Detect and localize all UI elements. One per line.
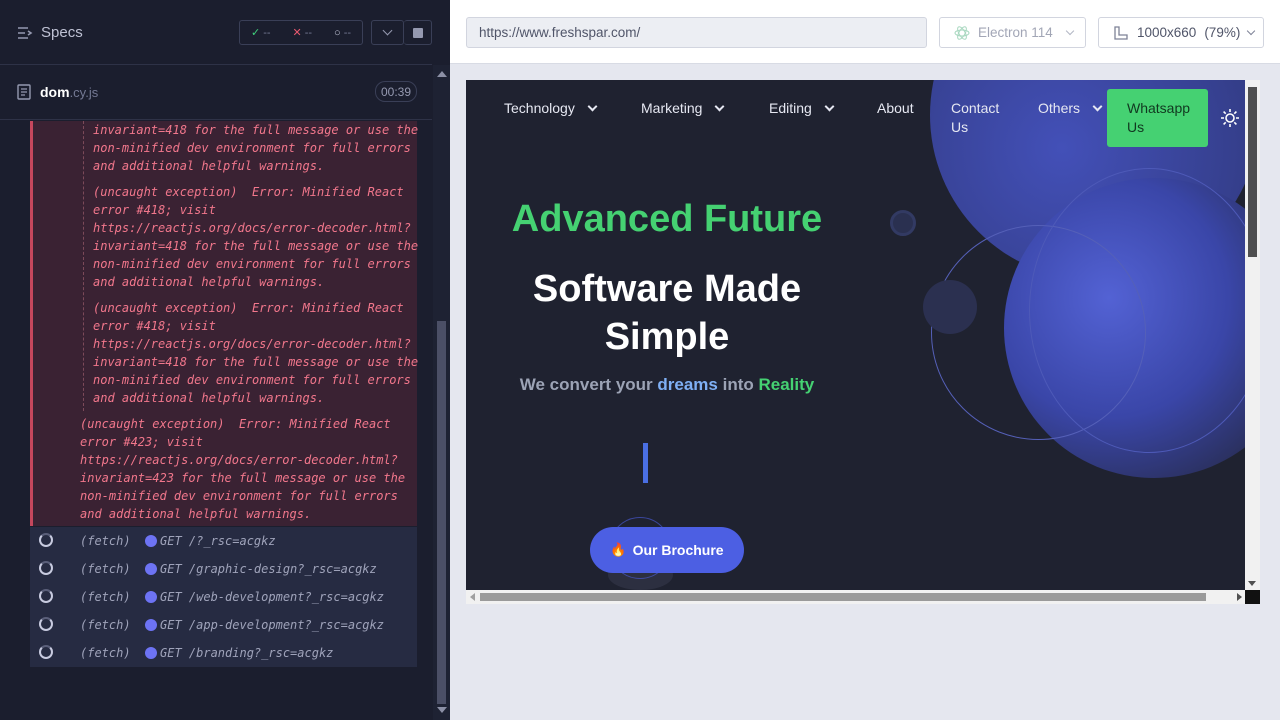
decorative-ring — [1029, 168, 1260, 453]
fire-icon: 🔥 — [610, 542, 627, 557]
scrollbar-corner — [1245, 590, 1260, 604]
fetch-row[interactable]: (fetch) GET /branding?_rsc=acgkz — [30, 639, 417, 667]
loading-spinner-icon — [39, 645, 53, 659]
dropdown-button[interactable] — [371, 20, 404, 45]
error-message-2[interactable]: (uncaught exception) Error: Minified Rea… — [93, 183, 418, 291]
check-icon: ✓ — [250, 27, 261, 39]
loading-spinner-icon — [39, 617, 53, 631]
scroll-up-arrow-icon[interactable] — [437, 71, 447, 77]
runner-scrollbar[interactable] — [433, 65, 450, 720]
stop-icon — [412, 27, 423, 38]
sun-icon[interactable] — [1220, 108, 1240, 128]
app-under-test: Technology Marketing Editing About Conta… — [466, 80, 1260, 604]
pending-stat: ○ -- — [333, 26, 352, 39]
chevron-down-icon — [587, 101, 598, 112]
list-icon — [18, 26, 33, 39]
loading-spinner-icon — [39, 533, 53, 547]
status-dot-icon — [145, 591, 157, 603]
app-horizontal-scrollbar[interactable] — [466, 590, 1260, 604]
status-dot-icon — [145, 535, 157, 547]
app-vertical-scrollbar[interactable] — [1245, 80, 1260, 590]
run-timer: 00:39 — [375, 81, 417, 102]
pending-ring-icon: ○ — [333, 26, 341, 39]
whatsapp-button[interactable]: Whatsapp Us — [1107, 89, 1208, 147]
brochure-button[interactable]: 🔥 Our Brochure — [590, 527, 744, 573]
nav-technology[interactable]: Technology — [504, 99, 598, 118]
electron-icon — [954, 25, 970, 40]
chevron-down-icon — [1247, 26, 1256, 35]
decorative-dot — [923, 280, 977, 334]
fetch-row[interactable]: (fetch) GET /graphic-design?_rsc=acgkz — [30, 555, 417, 583]
zoom-level: (79%) — [1204, 25, 1241, 40]
browser-selector[interactable]: Electron 114 — [939, 17, 1086, 48]
specs-toggle[interactable]: Specs — [17, 24, 83, 41]
runner-header: Specs ✓ -- ✕ -- ○ -- — [0, 0, 432, 65]
status-dot-icon — [145, 619, 157, 631]
chevron-down-icon — [824, 101, 835, 112]
chevron-down-icon — [382, 25, 393, 36]
failed-stat: ✕ -- — [292, 27, 313, 39]
test-stats: ✓ -- ✕ -- ○ -- — [239, 20, 363, 45]
chevron-down-icon — [1092, 101, 1103, 112]
hero-heading: Software Made Simple — [532, 268, 802, 358]
site-navbar: Technology Marketing Editing About Conta… — [466, 80, 1246, 150]
passed-stat: ✓ -- — [250, 27, 271, 39]
error-message-1: invariant=418 for the full message or us… — [93, 123, 419, 173]
scroll-thumb[interactable] — [437, 321, 446, 704]
scroll-down-arrow-icon[interactable] — [1248, 581, 1256, 586]
document-icon — [17, 84, 31, 100]
error-log: invariant=418 for the full message or us… — [30, 121, 419, 526]
typing-cursor — [643, 443, 648, 483]
nav-contact[interactable]: Contact Us — [951, 99, 999, 137]
specs-label: Specs — [41, 24, 83, 41]
status-dot-icon — [145, 563, 157, 575]
fetch-row[interactable]: (fetch) GET /web-development?_rsc=acgkz — [30, 583, 417, 611]
nav-about[interactable]: About — [877, 99, 914, 118]
indent-guide — [83, 121, 84, 411]
hero-title: Advanced Future — [511, 198, 823, 240]
url-bar[interactable]: https://www.freshspar.com/ — [466, 17, 927, 48]
fetch-row[interactable]: (fetch) GET /?_rsc=acgkz — [30, 527, 417, 555]
fetch-log: (fetch) GET /?_rsc=acgkz (fetch) GET /grap… — [30, 527, 417, 667]
nav-others[interactable]: Others — [1038, 99, 1103, 118]
runner-panel: Specs ✓ -- ✕ -- ○ -- dom.cy.js 00:39 inv… — [0, 0, 450, 720]
browser-name: Electron 114 — [978, 25, 1053, 40]
error-message-4[interactable]: (uncaught exception) Error: Minified Rea… — [80, 415, 405, 523]
chevron-down-icon — [715, 101, 725, 112]
ruler-icon — [1114, 25, 1128, 40]
fetch-row[interactable]: (fetch) GET /app-development?_rsc=acgkz — [30, 611, 417, 639]
viewport-selector[interactable]: 1000x660 (79%) — [1098, 17, 1264, 48]
viewport-size: 1000x660 — [1137, 25, 1197, 40]
spec-file-row: dom.cy.js 00:39 — [0, 65, 432, 120]
error-message-3[interactable]: (uncaught exception) Error: Minified Rea… — [93, 299, 418, 407]
stop-button[interactable] — [404, 20, 432, 45]
nav-marketing[interactable]: Marketing — [641, 99, 725, 118]
spec-filename[interactable]: dom.cy.js — [40, 84, 98, 100]
scroll-left-arrow-icon[interactable] — [470, 593, 475, 601]
hero-tagline: We convert your dreams into Reality — [519, 375, 815, 394]
scroll-right-arrow-icon[interactable] — [1237, 593, 1242, 601]
chevron-down-icon — [1065, 26, 1075, 35]
scroll-thumb[interactable] — [480, 593, 1206, 601]
loading-spinner-icon — [39, 561, 53, 575]
status-dot-icon — [145, 647, 157, 659]
loading-spinner-icon — [39, 589, 53, 603]
nav-editing[interactable]: Editing — [769, 99, 835, 118]
scroll-down-arrow-icon[interactable] — [437, 707, 447, 713]
cross-icon: ✕ — [292, 27, 302, 39]
decorative-dot — [890, 210, 916, 236]
scroll-thumb[interactable] — [1248, 87, 1257, 257]
